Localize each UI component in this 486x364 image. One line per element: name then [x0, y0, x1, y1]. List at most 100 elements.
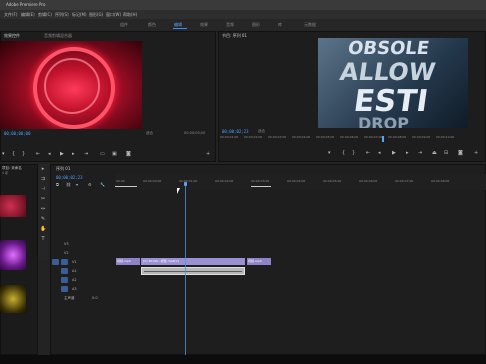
workspace-effects[interactable]: 效果 [200, 22, 208, 28]
window-title: Adobe Premiere Pro [6, 2, 46, 7]
mark-in-icon[interactable]: { [342, 150, 345, 156]
program-mini-ruler[interactable]: 00;00;01;00 00;00;02;00 00;00;03;00 00;0… [220, 135, 484, 141]
ruler-tick: 00;00;04;00 [292, 135, 311, 139]
workspace-audio[interactable]: 音频 [226, 22, 234, 28]
mouse-cursor-icon [177, 188, 180, 194]
video-clip[interactable]: 视频.mp4 [247, 258, 271, 265]
clip-label: 视频.mp4 [117, 259, 131, 263]
add-marker-icon[interactable]: ▾ [76, 182, 78, 187]
project-clip-thumbnail[interactable] [0, 195, 26, 217]
go-to-in-icon[interactable]: ⇤ [366, 150, 370, 156]
marker-icon[interactable]: ▾ [2, 151, 5, 157]
play-icon[interactable]: ▶ [60, 151, 64, 157]
clip-label: [V] 20190...视频.mp4[V] [143, 259, 179, 263]
lift-icon[interactable]: ⏏ [432, 150, 437, 156]
mark-out-icon[interactable]: } [352, 150, 355, 156]
menu-window[interactable]: 窗口(W) [106, 12, 121, 18]
step-back-icon[interactable]: ◂ [378, 150, 381, 156]
workspace-libraries[interactable]: 库 [278, 22, 282, 28]
go-to-out-icon[interactable]: ⇥ [84, 151, 88, 157]
video-clip[interactable]: 视频.mp4 [116, 258, 140, 265]
insert-icon[interactable]: ▭ [100, 151, 105, 157]
ripple-edit-tool-icon[interactable]: ⊣ [40, 186, 46, 192]
export-frame-icon[interactable]: ◙ [126, 151, 131, 157]
workspace-graphics[interactable]: 图形 [252, 22, 260, 28]
menu-file[interactable]: 文件(F) [4, 12, 17, 18]
video-clip[interactable]: [V] 20190...视频.mp4[V] [141, 258, 245, 265]
workspace-color[interactable]: 颜色 [148, 22, 156, 28]
program-monitor-tab[interactable]: 节目: 序列 01 [222, 33, 247, 39]
go-to-in-icon[interactable]: ⇤ [36, 151, 40, 157]
overwrite-icon[interactable]: ▣ [112, 151, 117, 157]
mark-in-icon[interactable]: { [12, 151, 15, 157]
workspace-assembly[interactable]: 组件 [120, 22, 128, 28]
linked-selection-icon[interactable]: ⛓ [66, 182, 71, 187]
audio-clip[interactable] [141, 267, 245, 275]
project-item-count: 3 项 [2, 171, 8, 175]
export-frame-icon[interactable]: ◙ [458, 150, 463, 156]
track-target-a2[interactable] [61, 277, 68, 283]
program-fit-select[interactable]: 适合 [258, 129, 265, 134]
type-tool-icon[interactable]: T [40, 236, 46, 242]
master-volume-value[interactable]: 0.0 [92, 296, 98, 300]
razor-tool-icon[interactable]: ✂ [40, 196, 46, 202]
timeline-playhead-line [185, 186, 186, 355]
timeline-ruler[interactable]: 00;00 00;00;00;00 00;00;01;00 00;00;02;0… [115, 174, 486, 190]
track-label-a2[interactable]: A2 [72, 278, 77, 282]
extract-icon[interactable]: ⊟ [444, 150, 448, 156]
track-label-a1[interactable]: A1 [72, 269, 77, 273]
track-target-a3[interactable] [61, 286, 68, 292]
track-label-a3[interactable]: A3 [72, 287, 77, 291]
hand-tool-icon[interactable]: ✋ [40, 226, 46, 232]
ruler-tick: 00;00;08;00 [388, 135, 407, 139]
source-timecode[interactable]: 00;00;00;00 [4, 131, 31, 136]
clip-label: 视频.mp4 [248, 259, 262, 263]
menu-help[interactable]: 帮助(H) [123, 12, 137, 18]
pen-tool-icon[interactable]: ✎ [40, 216, 46, 222]
menu-marker[interactable]: 标记(M) [72, 12, 87, 18]
track-label-v3[interactable]: V3 [64, 242, 69, 246]
menu-clip[interactable]: 剪辑(C) [38, 12, 52, 18]
play-icon[interactable]: ▶ [392, 150, 396, 156]
menu-edit[interactable]: 编辑(E) [21, 12, 35, 18]
step-forward-icon[interactable]: ▸ [72, 151, 75, 157]
marker-icon[interactable]: ▾ [328, 150, 331, 156]
title-bar: Adobe Premiere Pro [0, 0, 486, 10]
source-patch-v1[interactable] [52, 259, 59, 265]
source-monitor-tab[interactable]: 效果控件 [4, 33, 20, 39]
selection-tool-icon[interactable]: ▸ [40, 166, 46, 172]
active-workspace-indicator [173, 28, 187, 29]
work-area-bar[interactable] [251, 186, 271, 187]
mark-out-icon[interactable]: } [22, 151, 25, 157]
menu-sequence[interactable]: 序列(S) [55, 12, 69, 18]
step-back-icon[interactable]: ◂ [48, 151, 51, 157]
track-target-v1[interactable] [61, 259, 68, 265]
add-button-icon[interactable]: + [206, 151, 210, 157]
track-target-a1[interactable] [61, 268, 68, 274]
project-clip-thumbnail[interactable] [0, 285, 26, 313]
source-fit-select[interactable]: 适合 [146, 131, 153, 136]
project-clip-thumbnail[interactable] [0, 240, 26, 270]
timeline-timecode[interactable]: 00;00;02;23 [56, 175, 83, 180]
audio-waveform [144, 271, 242, 272]
program-playhead[interactable] [382, 136, 384, 142]
menu-graphics[interactable]: 图形(G) [89, 12, 103, 18]
snap-icon[interactable]: ⧉ [56, 182, 59, 187]
settings-icon[interactable]: ⚙ [88, 182, 92, 187]
timeline-tab[interactable]: 序列 01 [56, 166, 70, 172]
go-to-out-icon[interactable]: ⇥ [418, 150, 422, 156]
audio-mixer-tab[interactable]: 音频剪辑混合器 [44, 33, 72, 39]
work-area-bar[interactable] [115, 186, 137, 187]
step-forward-icon[interactable]: ▸ [406, 150, 409, 156]
slip-tool-icon[interactable]: ↔ [40, 206, 46, 212]
wrench-icon[interactable]: 🔧 [100, 182, 105, 187]
preview-word-4: DROP [358, 114, 409, 128]
add-button-icon[interactable]: + [474, 150, 478, 156]
track-select-tool-icon[interactable]: ⇉ [40, 176, 46, 182]
workspace-metadata[interactable]: 元数据 [304, 22, 316, 28]
source-duration: 00;00;05;00 [184, 131, 206, 135]
ruler-tick: 00;00 [116, 179, 125, 183]
program-timecode[interactable]: 00;00;02;23 [222, 129, 249, 134]
track-label-v1[interactable]: V1 [72, 260, 77, 264]
track-label-v2[interactable]: V2 [64, 251, 69, 255]
